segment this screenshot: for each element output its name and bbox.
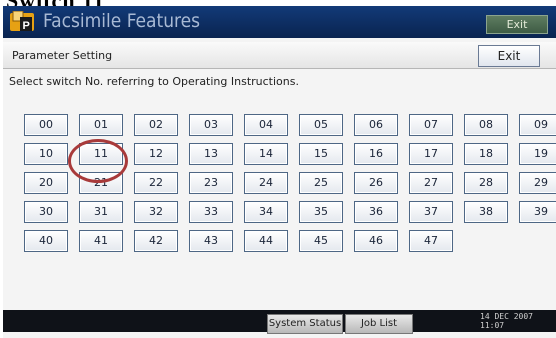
switch-button-24[interactable]: 24 <box>244 172 288 194</box>
switch-button-38[interactable]: 38 <box>464 201 508 223</box>
switch-button-41[interactable]: 41 <box>79 230 123 252</box>
job-list-button[interactable]: Job List <box>345 314 413 334</box>
switch-button-08[interactable]: 08 <box>464 114 508 136</box>
switch-button-22[interactable]: 22 <box>134 172 178 194</box>
app-title: Facsimile Features <box>43 10 201 32</box>
switch-button-04[interactable]: 04 <box>244 114 288 136</box>
title-bar: P Facsimile Features Exit <box>3 6 556 38</box>
switch-button-35[interactable]: 35 <box>299 201 343 223</box>
instruction-text: Select switch No. referring to Operating… <box>9 75 299 88</box>
switch-button-15[interactable]: 15 <box>299 143 343 165</box>
switch-button-17[interactable]: 17 <box>409 143 453 165</box>
switch-row: 30 31 32 33 34 35 36 37 38 39 <box>24 201 556 223</box>
switch-button-43[interactable]: 43 <box>189 230 233 252</box>
switch-button-32[interactable]: 32 <box>134 201 178 223</box>
switch-button-42[interactable]: 42 <box>134 230 178 252</box>
switch-button-36[interactable]: 36 <box>354 201 398 223</box>
switch-button-33[interactable]: 33 <box>189 201 233 223</box>
switch-row: 00 01 02 03 04 05 06 07 08 09 <box>24 114 556 136</box>
switch-button-45[interactable]: 45 <box>299 230 343 252</box>
switch-button-26[interactable]: 26 <box>354 172 398 194</box>
switch-button-18[interactable]: 18 <box>464 143 508 165</box>
switch-button-06[interactable]: 06 <box>354 114 398 136</box>
switch-button-07[interactable]: 07 <box>409 114 453 136</box>
switch-button-02[interactable]: 02 <box>134 114 178 136</box>
time-label: 11:07 <box>480 321 505 330</box>
switch-button-40[interactable]: 40 <box>24 230 68 252</box>
switch-button-44[interactable]: 44 <box>244 230 288 252</box>
switch-grid: 00 01 02 03 04 05 06 07 08 09 10 11 12 13 14 15 16 17 18 19… <box>24 114 556 259</box>
parameter-header: Parameter Setting <box>3 42 556 69</box>
switch-button-10[interactable]: 10 <box>24 143 68 165</box>
switch-button-47[interactable]: 47 <box>409 230 453 252</box>
switch-button-16[interactable]: 16 <box>354 143 398 165</box>
switch-button-25[interactable]: 25 <box>299 172 343 194</box>
system-status-button[interactable]: System Status <box>267 314 343 334</box>
parameter-title: Parameter Setting <box>12 49 113 62</box>
switch-button-39[interactable]: 39 <box>519 201 556 223</box>
switch-button-29[interactable]: 29 <box>519 172 556 194</box>
date-time: 14 DEC 2007 11:07 <box>480 312 533 330</box>
switch-button-23[interactable]: 23 <box>189 172 233 194</box>
switch-button-28[interactable]: 28 <box>464 172 508 194</box>
switch-button-13[interactable]: 13 <box>189 143 233 165</box>
exit-button[interactable]: Exit <box>478 45 540 67</box>
switch-button-14[interactable]: 14 <box>244 143 288 165</box>
switch-button-20[interactable]: 20 <box>24 172 68 194</box>
switch-button-19[interactable]: 19 <box>519 143 556 165</box>
switch-button-46[interactable]: 46 <box>354 230 398 252</box>
switch-button-27[interactable]: 27 <box>409 172 453 194</box>
switch-button-31[interactable]: 31 <box>79 201 123 223</box>
switch-button-37[interactable]: 37 <box>409 201 453 223</box>
switch-button-03[interactable]: 03 <box>189 114 233 136</box>
switch-button-01[interactable]: 01 <box>79 114 123 136</box>
switch-button-00[interactable]: 00 <box>24 114 68 136</box>
switch-row: 40 41 42 43 44 45 46 47 <box>24 230 556 252</box>
switch-button-09[interactable]: 09 <box>519 114 556 136</box>
svg-text:P: P <box>23 20 30 32</box>
switch-button-34[interactable]: 34 <box>244 201 288 223</box>
top-exit-button[interactable]: Exit <box>486 15 548 34</box>
highlight-circle <box>68 139 128 183</box>
switch-button-30[interactable]: 30 <box>24 201 68 223</box>
switch-button-05[interactable]: 05 <box>299 114 343 136</box>
date-label: 14 DEC 2007 <box>480 312 533 321</box>
fax-icon: P <box>10 11 34 32</box>
switch-button-12[interactable]: 12 <box>134 143 178 165</box>
